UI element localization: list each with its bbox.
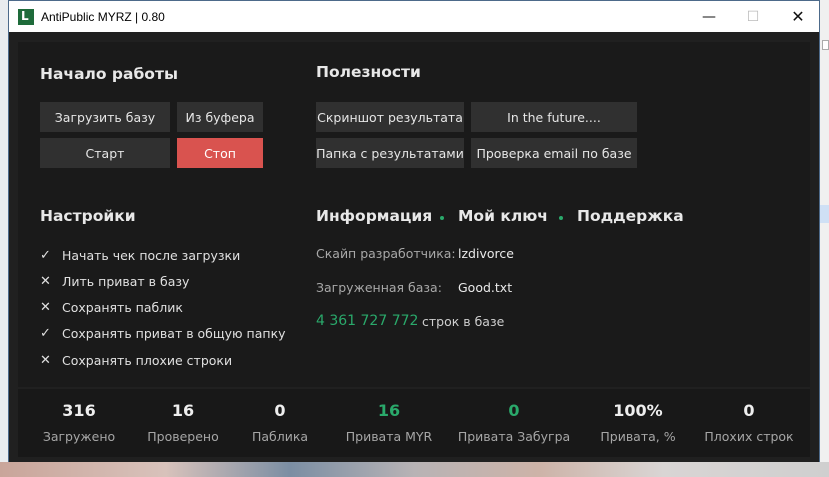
settings-heading: Настройки [40,207,136,225]
stat-label: Привата MYR [345,429,433,444]
close-icon: ✕ [791,7,805,26]
stat-checked: 16 Проверено [133,389,233,457]
stat-value: 100% [613,401,663,420]
load-db-button[interactable]: Загрузить базу [40,102,170,132]
screenshot-button[interactable]: Скриншот результата [316,102,464,132]
stat-label: Паблика [251,429,309,444]
separator-dot [559,216,563,220]
title-bar[interactable]: AntiPublic MYRZ | 0.80 — ☐ ✕ [9,1,819,32]
app-logo-icon [18,8,34,25]
utils-heading: Полезности [316,63,421,81]
tab-my-key[interactable]: Мой ключ [458,207,548,225]
option-label: Лить приват в базу [62,274,190,289]
maximize-button[interactable]: ☐ [730,1,776,32]
loaded-db-value: Good.txt [458,280,513,295]
from-buffer-button[interactable]: Из буфера [177,102,263,132]
cross-icon: ✕ [40,300,51,315]
stat-private-percent: 100% Привата, % [588,389,688,457]
close-button[interactable]: ✕ [775,1,821,32]
cross-icon: ✕ [40,353,51,368]
loaded-db-label: Загруженная база: [316,280,442,295]
option-save-public[interactable]: ✕ Сохранять паблик [40,300,183,315]
stat-label: Привата, % [600,429,676,444]
stop-button[interactable]: Стоп [177,138,263,168]
start-heading: Начало работы [40,65,178,83]
future-button[interactable]: In the future.... [471,102,637,132]
option-save-private-common-folder[interactable]: ✓ Сохранять приват в общую папку [40,326,286,341]
tab-info[interactable]: Информация [316,207,432,225]
app-window: AntiPublic MYRZ | 0.80 — ☐ ✕ Начало рабо… [8,0,820,462]
option-push-private-to-db[interactable]: ✕ Лить приват в базу [40,274,189,289]
checkmark-icon: ✓ [40,326,51,341]
stat-value: 16 [377,401,401,420]
stat-value: 316 [62,401,96,420]
control-panel: Начало работы Загрузить базу Из буфера С… [18,42,810,387]
stat-bad-lines: 0 Плохих строк [696,389,802,457]
start-button[interactable]: Старт [40,138,170,168]
stat-label: Загружено [42,429,116,444]
stat-value: 0 [274,401,286,420]
minimize-icon: — [702,8,716,25]
stat-private-myr: 16 Привата MYR [334,389,444,457]
stat-value: 16 [171,401,195,420]
option-label: Сохранять плохие строки [62,353,233,368]
window-title: AntiPublic MYRZ | 0.80 [41,9,165,24]
stat-label: Проверено [147,429,219,444]
stat-label: Привата Забугра [457,429,571,444]
checkmark-icon: ✓ [40,248,51,263]
check-email-button[interactable]: Проверка email по базе [471,138,637,168]
stat-value: 0 [508,401,520,420]
desktop-background-right [820,0,829,477]
stats-bar: 316 Загружено 16 Проверено 0 Паблика 16 … [18,389,810,457]
lines-suffix: строк в базе [422,314,505,329]
dev-skype-value: lzdivorce [458,246,514,261]
option-label: Сохранять паблик [62,300,183,315]
stat-private-foreign: 0 Привата Забугра [455,389,573,457]
maximize-icon: ☐ [746,8,760,25]
results-folder-button[interactable]: Папка с результатами [316,138,464,168]
background-window-control [822,40,829,50]
main-content: Начало работы Загрузить базу Из буфера С… [9,32,819,462]
background-window-highlight [820,205,829,223]
stat-public: 0 Паблика [240,389,320,457]
option-label: Сохранять приват в общую папку [62,326,286,341]
lines-count: 4 361 727 772 [316,313,419,329]
desktop-wallpaper-strip [0,462,829,477]
tab-support[interactable]: Поддержка [577,207,684,225]
dev-skype-label: Скайп разработчика: [316,246,456,261]
minimize-button[interactable]: — [686,1,732,32]
separator-dot [440,216,444,220]
stat-value: 0 [743,401,755,420]
cross-icon: ✕ [40,274,51,289]
stat-label: Плохих строк [704,429,794,444]
desktop-background-left [0,0,8,477]
option-label: Начать чек после загрузки [62,248,241,263]
stat-loaded: 316 Загружено [38,389,120,457]
option-start-check-after-load[interactable]: ✓ Начать чек после загрузки [40,248,240,263]
option-save-bad-lines[interactable]: ✕ Сохранять плохие строки [40,353,232,368]
